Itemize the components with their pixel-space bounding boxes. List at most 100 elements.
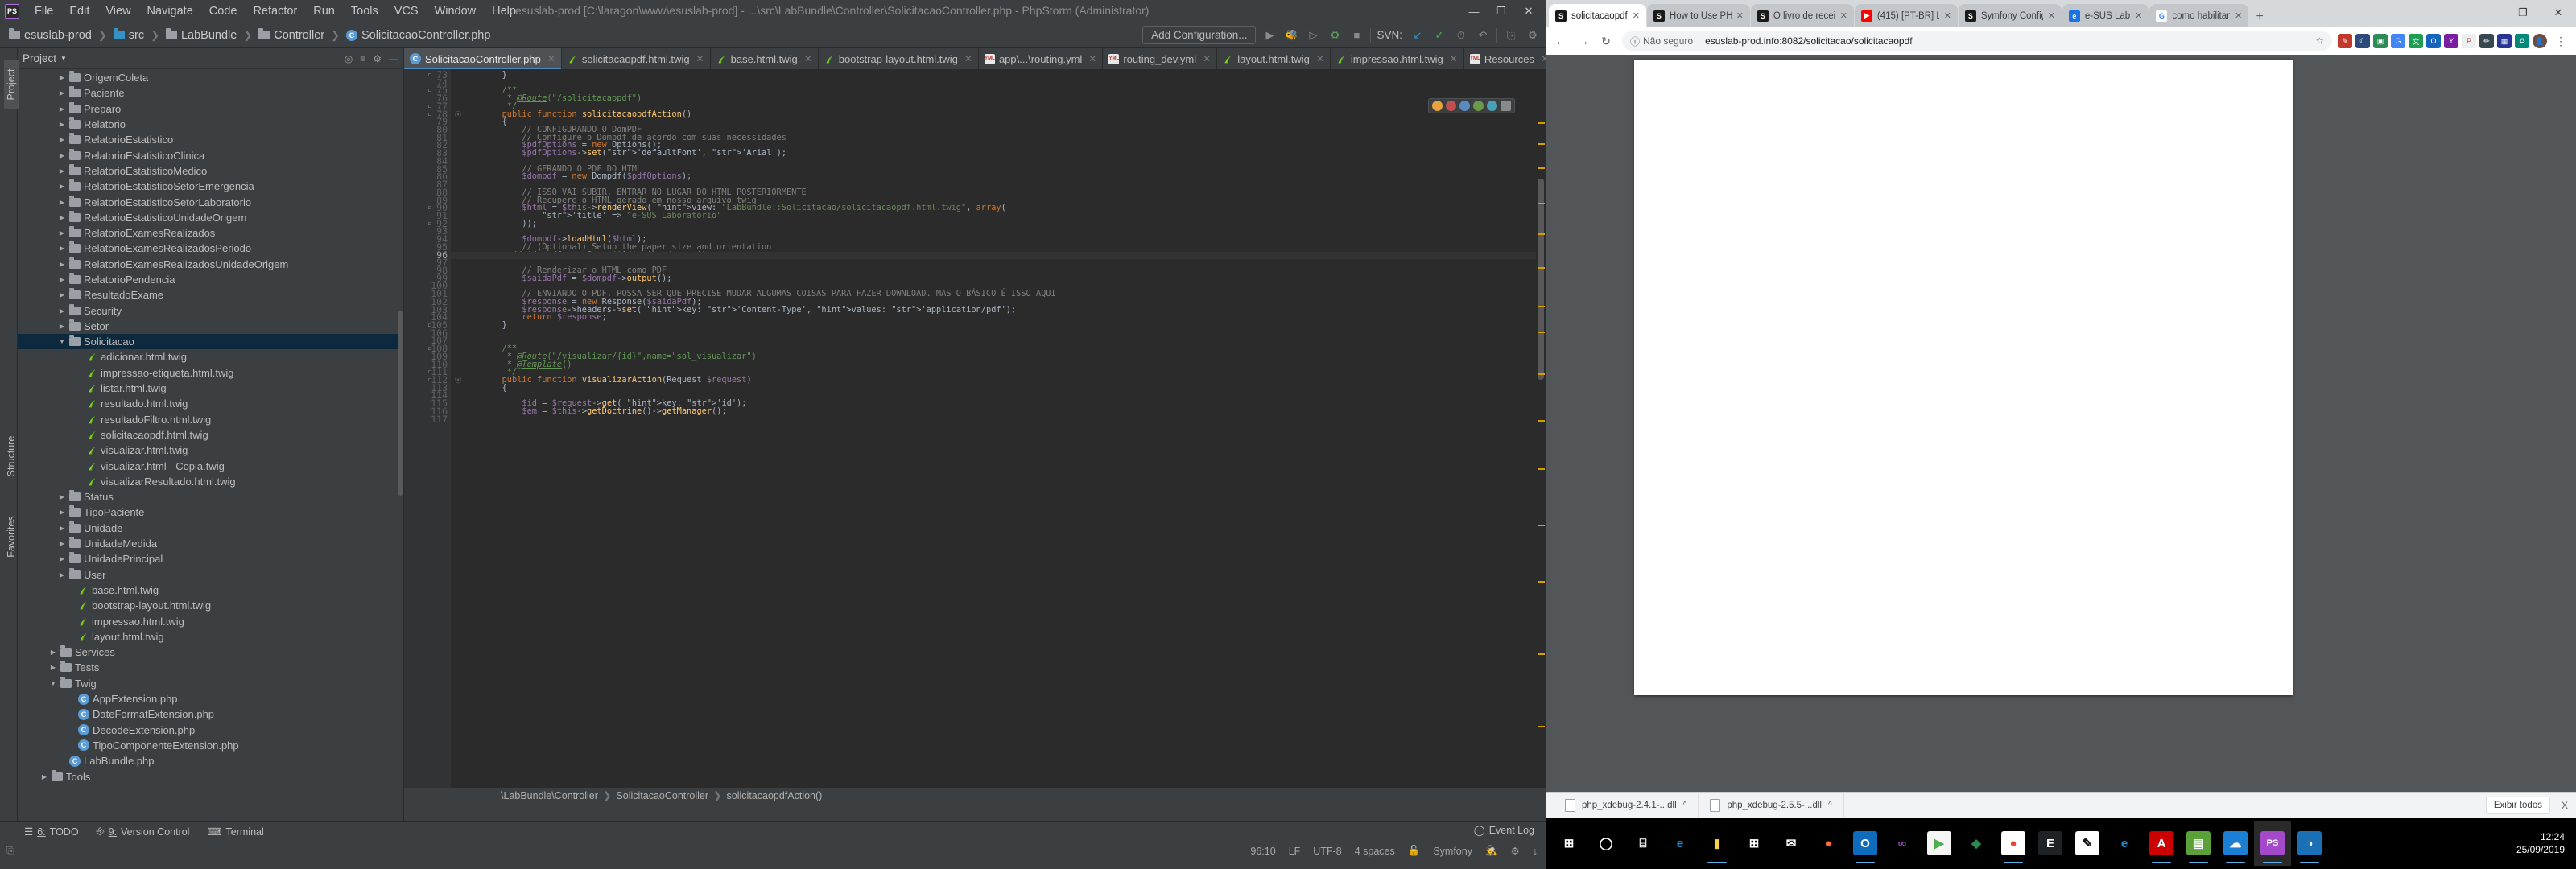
minimize-icon[interactable]: — bbox=[389, 53, 398, 64]
translate-icon[interactable]: 文 bbox=[2409, 34, 2423, 48]
warning-marker[interactable] bbox=[1538, 143, 1545, 145]
close-downloads-icon[interactable]: X bbox=[2562, 800, 2568, 811]
download-item[interactable]: php_xdebug-2.4.1-...dll ^ bbox=[1554, 792, 1699, 818]
unlock-icon[interactable]: 🔓 bbox=[1408, 845, 1421, 857]
xdebug-icon[interactable]: 🕵 bbox=[1485, 845, 1498, 857]
chevron-right-icon[interactable]: ▶ bbox=[58, 291, 66, 299]
screenshot-icon[interactable]: ▣ bbox=[2373, 34, 2388, 48]
close-tab-icon[interactable]: ✕ bbox=[1316, 53, 1324, 64]
tree-item-adicionar-html-twig[interactable]: adicionar.html.twig bbox=[18, 349, 403, 364]
tree-item-dateformatextension-php[interactable]: C DateFormatExtension.php bbox=[18, 706, 403, 722]
minimize-button[interactable]: — bbox=[1460, 0, 1488, 23]
tree-item-tipocomponenteextension-php[interactable]: C TipoComponenteExtension.php bbox=[18, 738, 403, 753]
taskbar-onedrive-icon[interactable]: ☁ bbox=[2217, 821, 2254, 866]
tree-item-twig[interactable]: ▼ Twig bbox=[18, 676, 403, 691]
code-fold-icon[interactable]: ☐ bbox=[428, 103, 431, 111]
recycle-icon[interactable]: ♻ bbox=[2515, 34, 2529, 48]
event-log-button[interactable]: ◯ Event Log bbox=[1474, 824, 1534, 837]
tree-item-decodeextension-php[interactable]: C DecodeExtension.php bbox=[18, 722, 403, 737]
taskbar-taskview-icon[interactable]: ⌸ bbox=[1624, 821, 1662, 866]
breadcrumb-item-src[interactable]: src bbox=[109, 27, 148, 43]
rollback-icon[interactable]: ↶ bbox=[1475, 27, 1491, 43]
tree-item-unidade[interactable]: ▶ Unidade bbox=[18, 521, 403, 536]
settings-icon[interactable]: ⚙ bbox=[1525, 27, 1541, 43]
breadcrumb-class[interactable]: SolicitacaoController bbox=[616, 790, 708, 801]
breadcrumb-method[interactable]: solicitacaopdfAction() bbox=[727, 790, 823, 801]
close-tab-icon[interactable]: ✕ bbox=[2235, 10, 2242, 21]
chevron-right-icon[interactable]: ▶ bbox=[58, 214, 66, 221]
svn-update-icon[interactable]: ↙ bbox=[1410, 27, 1426, 43]
taskbar-cortana-icon[interactable]: ◯ bbox=[1587, 821, 1624, 866]
chevron-right-icon[interactable]: ▶ bbox=[58, 199, 66, 206]
warning-count-icon[interactable] bbox=[1432, 101, 1443, 111]
chevron-right-icon[interactable]: ▶ bbox=[58, 136, 66, 143]
download-item[interactable]: php_xdebug-2.5.5-...dll ^ bbox=[1699, 792, 1844, 818]
editor-tab-base-html-twig[interactable]: base.html.twig ✕ bbox=[710, 48, 819, 69]
taskbar-paint-icon[interactable]: ◑ bbox=[2291, 821, 2328, 866]
tree-item-unidadeprincipal[interactable]: ▶ UnidadePrincipal bbox=[18, 551, 403, 566]
tree-item-paciente[interactable]: ▶ Paciente bbox=[18, 85, 403, 101]
chrome-maximize-button[interactable]: ❐ bbox=[2505, 0, 2541, 26]
tree-item-tests[interactable]: ▶ Tests bbox=[18, 660, 403, 675]
warning-marker[interactable] bbox=[1538, 468, 1545, 470]
tree-item-impressao-etiqueta-html-twig[interactable]: impressao-etiqueta.html.twig bbox=[18, 365, 403, 381]
chevron-right-icon[interactable]: ▶ bbox=[58, 323, 66, 330]
warning-marker[interactable] bbox=[1538, 653, 1545, 655]
editor-scrollbar[interactable] bbox=[1536, 90, 1546, 821]
run-icon[interactable]: ▶ bbox=[1261, 27, 1278, 43]
breadcrumb-item-controller[interactable]: Controller bbox=[254, 27, 328, 43]
editor-tab-app-routing-yml[interactable]: YML app\...\routing.yml ✕ bbox=[978, 48, 1104, 69]
menu-vcs[interactable]: VCS bbox=[387, 2, 426, 20]
taskbar-notes-icon[interactable]: ✎ bbox=[2069, 821, 2106, 866]
line-number-gutter[interactable]: 73 ☐ 74 75 ☐ 76 77 ☐ 78 ☐ ⓥ 79 80 81 82 83 84 85 86 87 88 89 9… bbox=[404, 69, 461, 821]
editor-tab-bootstrap-layout-html-twig[interactable]: bootstrap-layout.html.twig ✕ bbox=[818, 48, 979, 69]
forward-icon[interactable]: → bbox=[1573, 31, 1594, 51]
chevron-right-icon[interactable]: ▶ bbox=[58, 89, 66, 97]
taskbar-acrobat-icon[interactable]: A bbox=[2143, 821, 2180, 866]
taskbar-vlc-icon[interactable]: ▶ bbox=[1921, 821, 1958, 866]
close-tab-icon[interactable]: ✕ bbox=[2135, 10, 2142, 21]
history-icon[interactable]: ⏱ bbox=[1453, 27, 1469, 43]
menu-view[interactable]: View bbox=[98, 2, 138, 20]
tree-item-relatorioexamesrealizadosperiodo[interactable]: ▶ RelatorioExamesRealizadosPeriodo bbox=[18, 241, 403, 256]
pen-icon[interactable]: ✎ bbox=[2338, 34, 2352, 48]
taskbar-visual-studio-icon[interactable]: ∞ bbox=[1884, 821, 1921, 866]
chevron-right-icon[interactable]: ▶ bbox=[58, 245, 66, 252]
tree-item-visualizar-html-twig[interactable]: visualizar.html.twig bbox=[18, 443, 403, 458]
chevron-right-icon[interactable]: ▶ bbox=[49, 649, 57, 656]
more-icon[interactable] bbox=[1501, 101, 1511, 111]
editor-tab-layout-html-twig[interactable]: layout.html.twig ✕ bbox=[1217, 48, 1331, 69]
download-icon[interactable]: ↓ bbox=[1533, 846, 1538, 857]
target-icon[interactable]: ◎ bbox=[345, 53, 353, 64]
y-icon[interactable]: Y bbox=[2444, 34, 2458, 48]
close-tab-icon[interactable]: ✕ bbox=[1840, 10, 1847, 21]
chevron-right-icon[interactable]: ▶ bbox=[58, 571, 66, 579]
kebab-menu-icon[interactable]: ⋮ bbox=[2550, 31, 2571, 51]
indent-setting[interactable]: 4 spaces bbox=[1355, 846, 1395, 857]
profile-icon[interactable]: ⚙ bbox=[1327, 27, 1343, 43]
close-tab-icon[interactable]: ✕ bbox=[1944, 10, 1951, 21]
tree-item-preparo[interactable]: ▶ Preparo bbox=[18, 101, 403, 117]
menu-edit[interactable]: Edit bbox=[62, 2, 97, 20]
tree-item-relatorioestatisticoclinica[interactable]: ▶ RelatorioEstatisticoClinica bbox=[18, 147, 403, 163]
code-fold-icon[interactable]: ☐ bbox=[428, 204, 431, 212]
svn-commit-icon[interactable]: ✓ bbox=[1431, 27, 1447, 43]
tree-item-setor[interactable]: ▶ Setor bbox=[18, 319, 403, 334]
security-indicator[interactable]: ⓘ Não seguro bbox=[1630, 35, 1693, 48]
tree-item-layout-html-twig[interactable]: layout.html.twig bbox=[18, 629, 403, 645]
menu-run[interactable]: Run bbox=[306, 2, 342, 20]
chrome-tab-e-sus-lab[interactable]: e e-SUS Lab ✕ bbox=[2062, 4, 2149, 27]
framework-label[interactable]: Symfony bbox=[1433, 846, 1472, 857]
chrome-close-button[interactable]: ✕ bbox=[2541, 0, 2576, 26]
avatar-icon[interactable]: 👤 bbox=[2533, 34, 2547, 48]
code-fold-icon[interactable]: ☐ bbox=[428, 220, 431, 229]
chevron-right-icon[interactable]: ▶ bbox=[58, 276, 66, 283]
moon-icon[interactable]: ☾ bbox=[2355, 34, 2370, 48]
tool-window-todo[interactable]: ☰ 6: TODO bbox=[24, 826, 79, 838]
reload-icon[interactable]: ↻ bbox=[1596, 31, 1616, 51]
download-menu-icon[interactable]: ^ bbox=[1828, 801, 1832, 809]
taskbar-outlook-icon[interactable]: O bbox=[1847, 821, 1884, 866]
warning-marker[interactable] bbox=[1538, 267, 1545, 269]
tree-item-appextension-php[interactable]: C AppExtension.php bbox=[18, 691, 403, 706]
php-icon[interactable]: P bbox=[2462, 34, 2476, 48]
